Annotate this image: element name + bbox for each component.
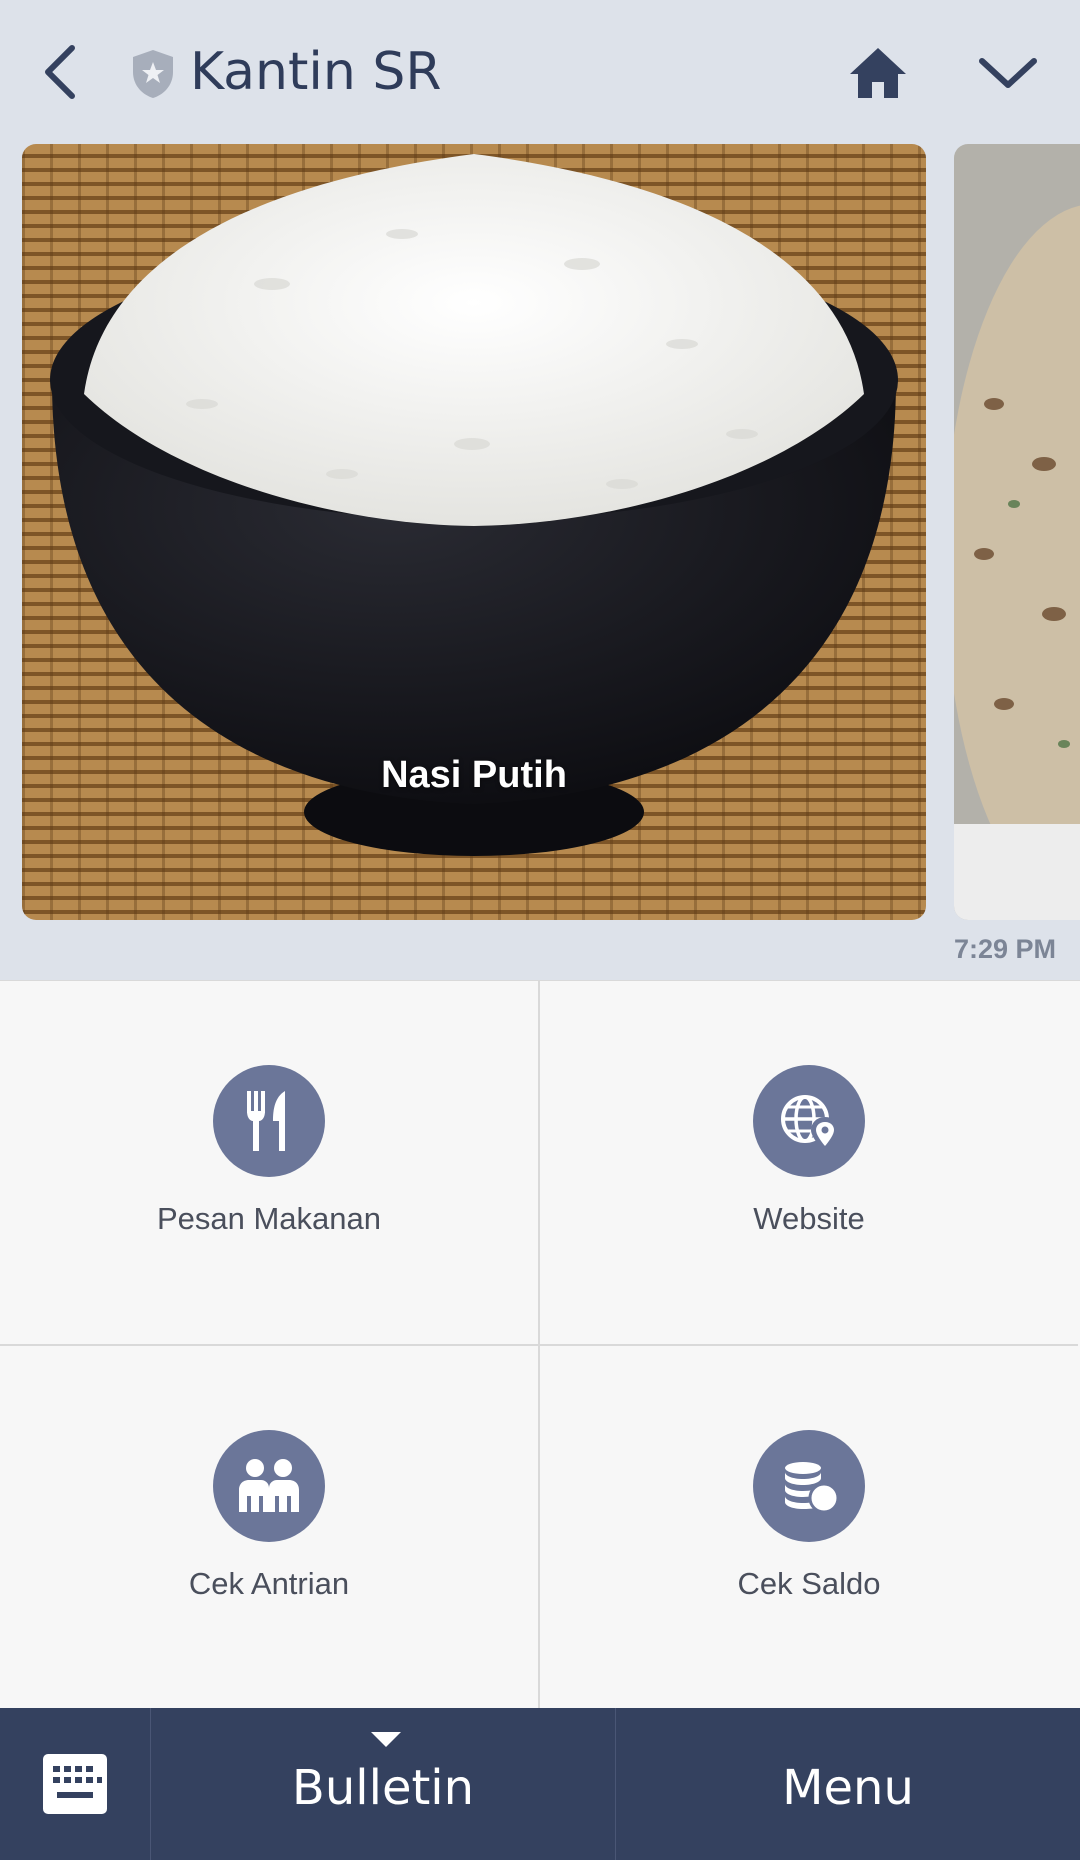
chat-title: Kantin SR — [190, 42, 442, 102]
chevron-left-icon — [45, 45, 75, 99]
carousel-card-next[interactable] — [954, 144, 1080, 920]
menu-label: Menu — [782, 1760, 914, 1816]
image-carousel[interactable]: Nasi Putih — [0, 144, 1080, 922]
people-icon — [213, 1430, 325, 1542]
menu-item-cek-antrian[interactable]: Cek Antrian — [0, 1346, 540, 1709]
food-image — [954, 144, 1080, 920]
bottom-bar: Bulletin Menu — [0, 1708, 1080, 1860]
fork-knife-icon — [213, 1065, 325, 1177]
carousel-item-label: Nasi Putih — [381, 754, 567, 796]
chevron-down-icon — [979, 58, 1037, 88]
menu-item-pesan-makanan[interactable]: Pesan Makanan — [0, 981, 540, 1346]
menu-item-label: Pesan Makanan — [156, 1201, 382, 1236]
shield-star-icon — [133, 50, 173, 98]
menu-item-website[interactable]: Website — [540, 981, 1078, 1346]
keyboard-icon — [43, 1754, 107, 1814]
menu-item-label: Website — [753, 1201, 865, 1236]
bulletin-label: Bulletin — [291, 1760, 475, 1816]
globe-pin-icon — [753, 1065, 865, 1177]
home-icon — [850, 48, 906, 98]
back-button[interactable] — [30, 36, 90, 108]
collapse-button[interactable] — [968, 38, 1048, 108]
menu-item-label: Cek Antrian — [188, 1566, 350, 1601]
coins-icon — [753, 1430, 865, 1542]
menu-item-label: Cek Saldo — [737, 1566, 881, 1601]
chat-header: Kantin SR — [0, 0, 1080, 144]
menu-item-cek-saldo[interactable]: Cek Saldo — [540, 1346, 1078, 1709]
keyboard-button[interactable] — [0, 1708, 151, 1860]
rice-bowl-image — [22, 144, 926, 920]
rich-menu: Pesan Makanan Website Cek Antrian Cek Sa… — [0, 980, 1080, 1709]
message-timestamp: 7:29 PM — [953, 934, 1056, 964]
carousel-card[interactable]: Nasi Putih — [22, 144, 926, 920]
bulletin-button[interactable]: Bulletin — [151, 1708, 616, 1860]
home-button[interactable] — [840, 38, 916, 108]
caret-down-icon — [371, 1732, 401, 1747]
menu-button[interactable]: Menu — [616, 1708, 1080, 1860]
